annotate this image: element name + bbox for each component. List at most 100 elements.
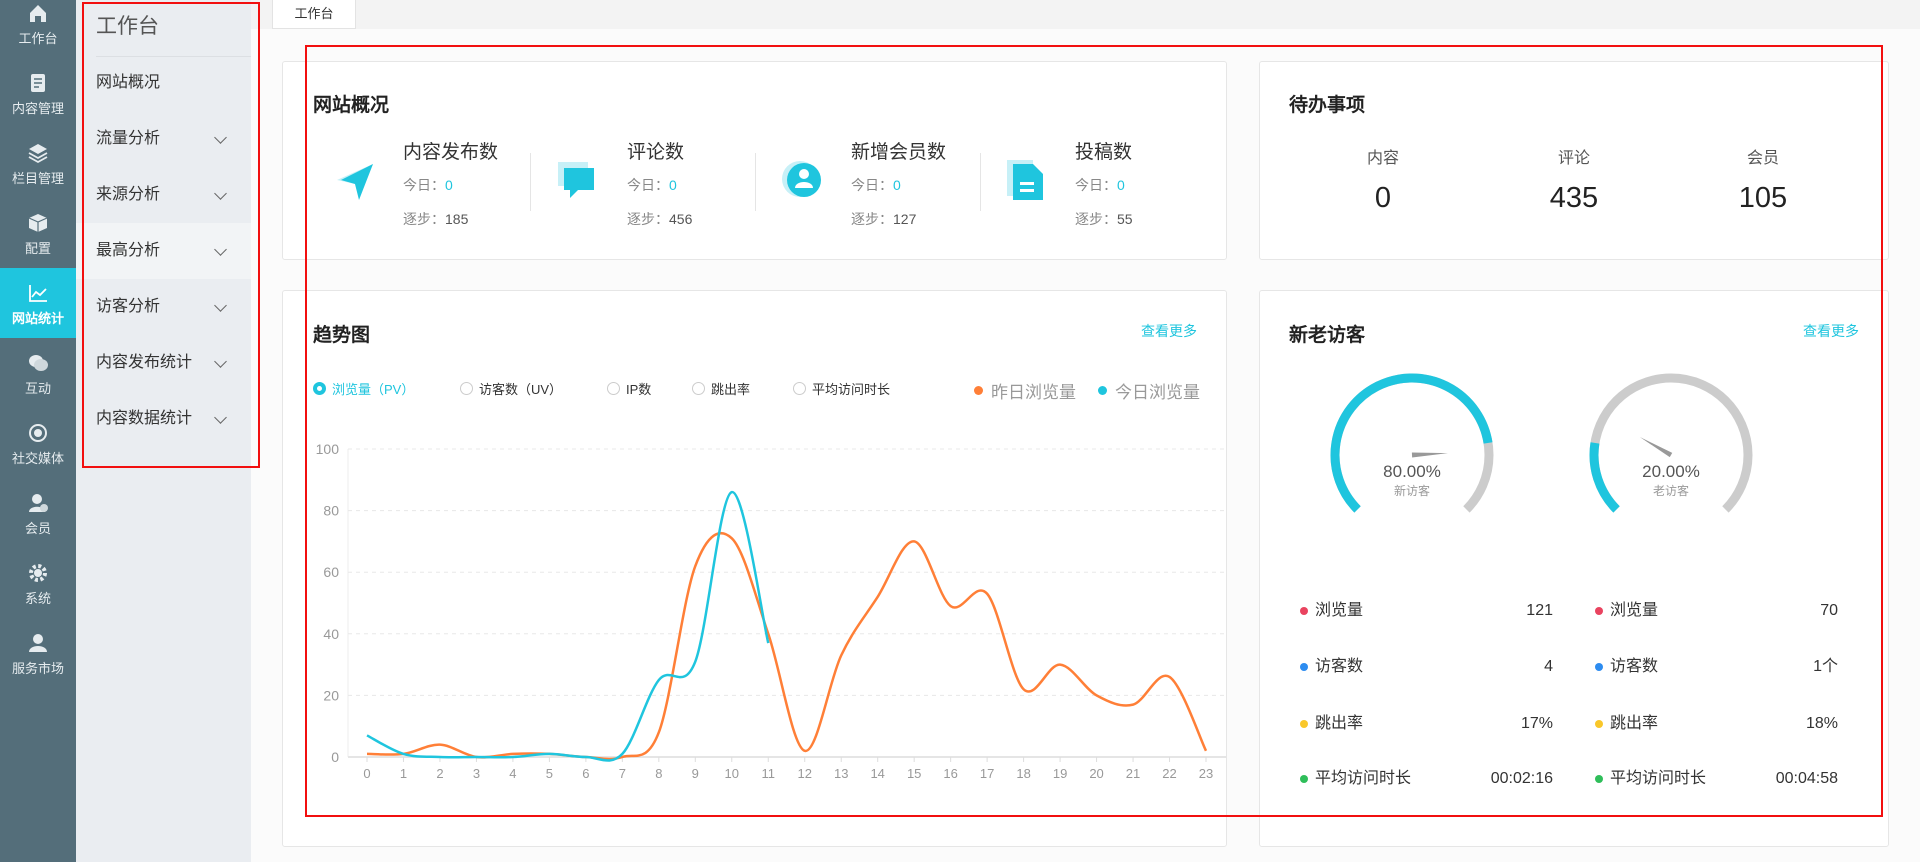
subnav-item-1[interactable]: 流量分析 xyxy=(76,111,251,167)
iconbar-label: 服务市场 xyxy=(11,661,64,676)
today-value: 0 xyxy=(893,177,901,193)
subnav-label: 内容发布统计 xyxy=(96,354,193,371)
chevron-down-icon xyxy=(214,355,227,368)
iconbar-label: 工作台 xyxy=(18,31,58,46)
trend-more-link[interactable]: 查看更多 xyxy=(1141,321,1197,341)
step-value: 127 xyxy=(893,211,917,227)
visitor-stat-value: 17% xyxy=(1520,715,1553,732)
subnav-item-3[interactable]: 最高分析 xyxy=(76,223,251,279)
visitor-stat-label: 访客数 xyxy=(1315,658,1364,675)
x-tick-label: 13 xyxy=(834,766,848,781)
iconbar-item-9[interactable]: 服务市场 xyxy=(0,618,76,688)
tab-workbench[interactable]: 工作台 xyxy=(272,0,356,29)
todo-label: 评论 xyxy=(1557,150,1590,167)
iconbar-item-1[interactable]: 内容管理 xyxy=(0,58,76,128)
metric-radio-4[interactable]: 平均访问时长 xyxy=(793,379,890,398)
visitor-stat-value: 1个 xyxy=(1813,658,1838,675)
stat-step: 逐步：127 xyxy=(851,209,916,229)
x-tick-label: 12 xyxy=(798,766,812,781)
metric-radio-2[interactable]: IP数 xyxy=(607,379,651,398)
divider xyxy=(980,153,981,211)
subnav-label: 流量分析 xyxy=(96,130,161,147)
metric-radio-1[interactable]: 访客数（UV） xyxy=(460,379,562,398)
today-label: 今日： xyxy=(1075,177,1117,193)
metric-radio-3[interactable]: 跳出率 xyxy=(692,379,750,398)
subnav-item-0[interactable]: 网站概况 xyxy=(76,55,251,111)
visitor-stat-value: 00:04:58 xyxy=(1775,770,1838,787)
visitor-stat-label: 跳出率 xyxy=(1315,715,1364,732)
todo-item-0[interactable]: 内容 0 xyxy=(1303,144,1463,215)
visitor-stat-label: 浏览量 xyxy=(1610,602,1659,619)
stat-label: 投稿数 xyxy=(1075,142,1133,163)
radio-label: 跳出率 xyxy=(711,382,751,397)
visitor-stat-value: 18% xyxy=(1805,715,1838,732)
radio-circle xyxy=(692,382,705,395)
subnav-label: 来源分析 xyxy=(96,186,161,203)
today-label: 今日： xyxy=(851,177,893,193)
subnav-title: 工作台 xyxy=(96,15,159,38)
iconbar-item-2[interactable]: 栏目管理 xyxy=(0,128,76,198)
visitors-title: 新老访客 xyxy=(1289,325,1366,346)
legend-yesterday[interactable]: 昨日浏览量 xyxy=(974,378,1076,403)
stat-step: 逐步：456 xyxy=(627,209,692,229)
iconbar-item-6[interactable]: 社交媒体 xyxy=(0,408,76,478)
visitor-stat-row: 平均访问时长 00:02:16 xyxy=(1300,769,1553,789)
layers-icon xyxy=(28,144,48,164)
visitor-stat-row: 跳出率 17% xyxy=(1300,714,1553,734)
radio-circle xyxy=(793,382,806,395)
visitors-more-link[interactable]: 查看更多 xyxy=(1803,321,1859,341)
stat-today: 今日：0 xyxy=(627,175,677,195)
x-tick-label: 0 xyxy=(363,766,370,781)
visitor-stat-label: 浏览量 xyxy=(1315,602,1364,619)
iconbar-label: 互动 xyxy=(24,381,51,396)
iconbar-item-8[interactable]: 系统 xyxy=(0,548,76,618)
comment-icon xyxy=(558,162,594,198)
icon-sidebar: 工作台内容管理栏目管理 配置 网站统计互动社交媒体 会员 系统服务市场 xyxy=(0,0,76,862)
step-value: 55 xyxy=(1117,211,1133,227)
visitor-stat-value: 121 xyxy=(1526,602,1553,619)
stat-today: 今日：0 xyxy=(851,175,901,195)
subnav-item-5[interactable]: 内容发布统计 xyxy=(76,335,251,391)
iconbar-item-7[interactable]: 会员 xyxy=(0,478,76,548)
iconbar-item-4[interactable]: 网站统计 xyxy=(0,268,76,338)
x-tick-label: 21 xyxy=(1126,766,1140,781)
overview-title: 网站概况 xyxy=(313,95,390,116)
legend-today[interactable]: 今日浏览量 xyxy=(1098,378,1200,403)
subnav-item-4[interactable]: 访客分析 xyxy=(76,279,251,335)
radio-label: 平均访问时长 xyxy=(812,382,891,397)
metric-radio-0[interactable]: 浏览量（PV） xyxy=(313,379,414,398)
iconbar-item-0[interactable]: 工作台 xyxy=(0,0,76,58)
target-icon xyxy=(29,424,47,442)
subnav-item-2[interactable]: 来源分析 xyxy=(76,167,251,223)
step-label: 逐步： xyxy=(1075,211,1117,227)
x-tick-label: 6 xyxy=(582,766,589,781)
subnav-label: 网站概况 xyxy=(96,74,161,91)
sub-sidebar: 工作台 网站概况流量分析来源分析最高分析访客分析内容发布统计内容数据统计 xyxy=(76,0,251,862)
dot-icon xyxy=(1300,775,1308,783)
visitor-stat-label: 跳出率 xyxy=(1610,715,1659,732)
subnav-label: 最高分析 xyxy=(96,242,161,259)
visitor-stat-row: 访客数 1个 xyxy=(1595,657,1838,677)
today-label: 今日： xyxy=(627,177,669,193)
iconbar-item-3[interactable]: 配置 xyxy=(0,198,76,268)
subnav-item-6[interactable]: 内容数据统计 xyxy=(76,391,251,447)
y-tick-label: 80 xyxy=(323,503,339,519)
dot-icon xyxy=(1595,663,1603,671)
today-value: 0 xyxy=(669,177,677,193)
chevron-down-icon xyxy=(214,131,227,144)
radio-label: IP数 xyxy=(626,382,652,397)
visitor-stat-label: 平均访问时长 xyxy=(1315,770,1412,787)
x-tick-label: 4 xyxy=(509,766,516,781)
dot-icon xyxy=(1595,607,1603,615)
iconbar-item-5[interactable]: 互动 xyxy=(0,338,76,408)
x-tick-label: 5 xyxy=(546,766,553,781)
y-tick-label: 20 xyxy=(323,687,339,703)
iconbar-label: 内容管理 xyxy=(11,101,64,116)
chevron-down-icon xyxy=(214,243,227,256)
visitor-stat-value: 4 xyxy=(1544,658,1553,675)
todo-item-1[interactable]: 评论 435 xyxy=(1494,144,1654,215)
dot-icon xyxy=(1300,663,1308,671)
y-tick-label: 60 xyxy=(323,564,339,580)
x-tick-label: 1 xyxy=(400,766,407,781)
todo-item-2[interactable]: 会员 105 xyxy=(1683,144,1843,215)
